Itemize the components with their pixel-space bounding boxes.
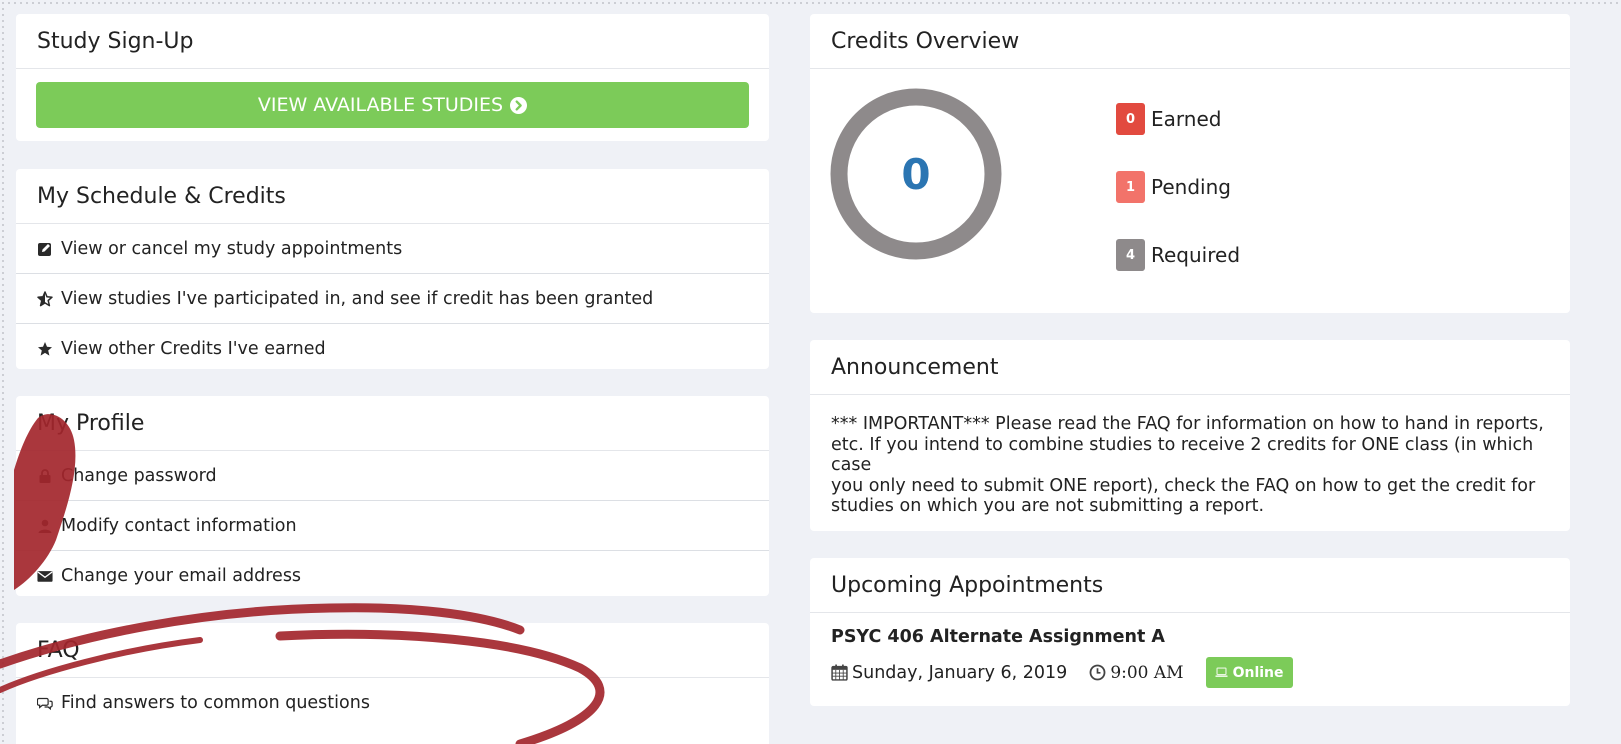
legend-label-pending: Pending <box>1151 175 1231 199</box>
credits-center-value: 0 <box>901 149 931 199</box>
laptop-icon <box>1214 667 1228 677</box>
announcement-line: etc. If you intend to combine studies to… <box>831 434 1534 476</box>
list-item-label: View other Credits I've earned <box>61 339 326 359</box>
user-icon <box>37 518 61 534</box>
required-count-badge: 4 <box>1116 239 1145 271</box>
online-badge: Online <box>1205 657 1293 688</box>
list-item-other-credits[interactable]: View other Credits I've earned <box>16 324 769 369</box>
chevron-circle-right-icon <box>510 96 528 114</box>
edit-icon <box>37 241 61 257</box>
list-item-label: Find answers to common questions <box>61 693 370 713</box>
study-signup-panel: Study Sign-Up VIEW AVAILABLE STUDIES <box>16 14 769 141</box>
schedule-credits-panel: My Schedule & Credits View or cancel my … <box>16 169 769 369</box>
calendar-icon <box>831 664 848 681</box>
list-item-label: View studies I've participated in, and s… <box>61 288 654 309</box>
lock-icon <box>37 468 61 484</box>
appointment-time-group: 9:00 AM <box>1089 662 1184 683</box>
list-item-find-answers[interactable]: Find answers to common questions <box>16 678 769 728</box>
upcoming-appointments-panel: Upcoming Appointments PSYC 406 Alternate… <box>810 558 1570 706</box>
list-item-change-email[interactable]: Change your email address <box>16 551 769 596</box>
my-profile-panel: My Profile Change password Modify contac… <box>16 396 769 596</box>
my-profile-title: My Profile <box>16 396 769 451</box>
announcement-title: Announcement <box>810 340 1570 395</box>
view-available-studies-button[interactable]: VIEW AVAILABLE STUDIES <box>36 82 749 128</box>
announcement-text: *** IMPORTANT*** Please read the FAQ for… <box>810 395 1570 517</box>
credits-overview-panel: Credits Overview 0 0 Earned 1 Pending 4 … <box>810 14 1570 313</box>
legend-label-required: Required <box>1151 243 1241 267</box>
list-item-label: View or cancel my study appointments <box>61 238 403 259</box>
credits-overview-title: Credits Overview <box>810 14 1570 69</box>
credits-legend: 0 Earned 1 Pending 4 Required <box>1116 103 1240 271</box>
legend-item-earned: 0 Earned <box>1116 103 1240 135</box>
announcement-panel: Announcement *** IMPORTANT*** Please rea… <box>810 340 1570 531</box>
upcoming-appointments-title: Upcoming Appointments <box>810 558 1570 613</box>
appointment-study-name[interactable]: PSYC 406 Alternate Assignment A <box>831 627 1165 647</box>
earned-count-badge: 0 <box>1116 103 1145 135</box>
list-item-change-password[interactable]: Change password <box>16 451 769 501</box>
clock-icon <box>1089 664 1106 681</box>
list-item-modify-contact[interactable]: Modify contact information <box>16 501 769 551</box>
announcement-line: *** IMPORTANT*** Please read the FAQ for… <box>831 414 1544 434</box>
star-icon <box>37 341 61 357</box>
list-item-label: Change password <box>61 465 217 486</box>
study-signup-title: Study Sign-Up <box>16 14 769 69</box>
envelope-icon <box>37 568 61 584</box>
appointment-date: Sunday, January 6, 2019 <box>852 662 1068 683</box>
star-half-icon <box>37 290 61 307</box>
online-badge-label: Online <box>1232 664 1284 681</box>
comments-icon <box>37 695 61 711</box>
appointment-details: Sunday, January 6, 2019 9:00 AM Online <box>831 657 1293 688</box>
dashboard: Study Sign-Up VIEW AVAILABLE STUDIES My … <box>8 5 1621 744</box>
faq-panel: FAQ Find answers to common questions <box>16 623 769 744</box>
announcement-line: studies on which you are not submitting … <box>831 496 1265 516</box>
legend-label-earned: Earned <box>1151 107 1222 131</box>
list-item-label: Modify contact information <box>61 515 297 536</box>
legend-item-required: 4 Required <box>1116 239 1240 271</box>
legend-item-pending: 1 Pending <box>1116 171 1240 203</box>
faq-title: FAQ <box>16 623 769 678</box>
pending-count-badge: 1 <box>1116 171 1145 203</box>
view-available-studies-label: VIEW AVAILABLE STUDIES <box>257 94 504 116</box>
list-item-view-cancel-appointments[interactable]: View or cancel my study appointments <box>16 224 769 274</box>
announcement-line: you only need to submit ONE report), che… <box>831 475 1536 496</box>
list-item-label: Change your email address <box>61 566 302 586</box>
schedule-credits-title: My Schedule & Credits <box>16 169 769 224</box>
list-item-participated-studies[interactable]: View studies I've participated in, and s… <box>16 274 769 324</box>
appointment-time: 9:00 AM <box>1110 662 1184 683</box>
